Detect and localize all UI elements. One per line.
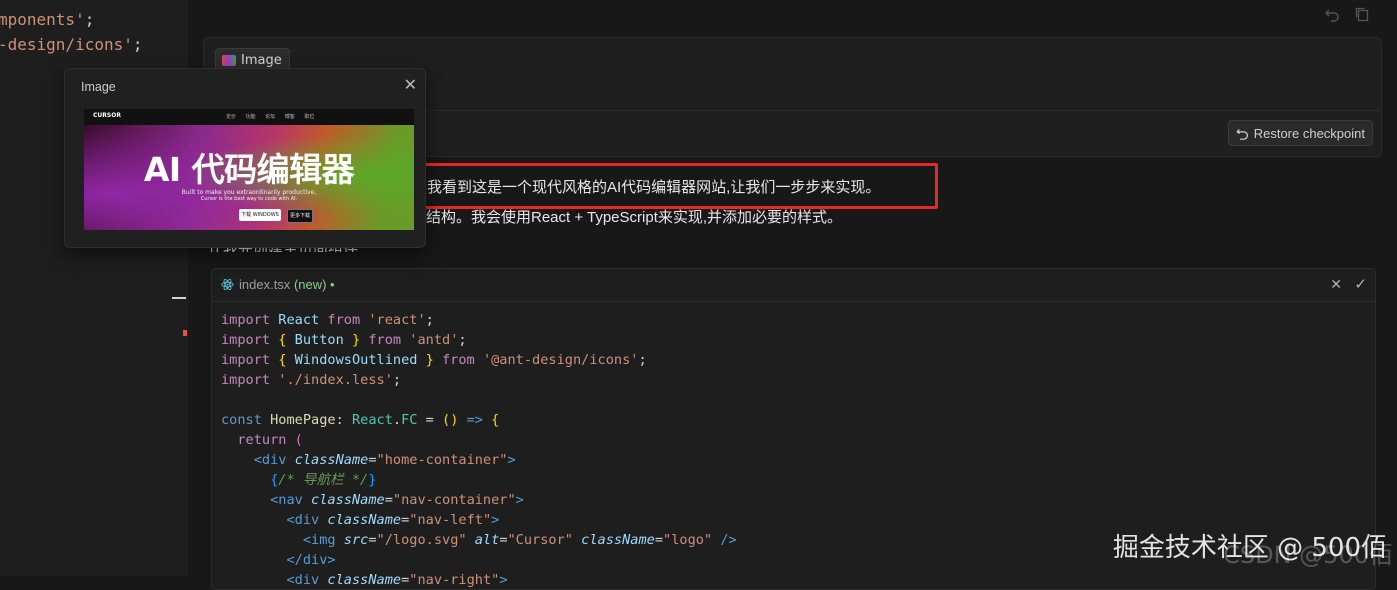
copy-icon[interactable] <box>1354 6 1370 22</box>
file-name: index.tsx (new) • <box>239 277 335 292</box>
preview-more-button: 更多下载 <box>287 209 313 223</box>
file-name-text: index.tsx <box>239 277 291 292</box>
code-content: import React from 'react'; import { Butt… <box>221 310 737 589</box>
code-block-header: index.tsx (new) • ✕ ✓ <box>212 269 1375 302</box>
code-line: import React from 'react'; <box>221 312 434 328</box>
code-line: {/* 导航栏 */} <box>270 472 377 488</box>
popover-title: Image <box>81 80 116 94</box>
code-line: return ( <box>237 432 303 448</box>
code-line: const HomePage: React.FC = () => { <box>221 412 500 428</box>
image-chip-label: Image <box>241 52 282 68</box>
react-file-icon <box>221 278 234 291</box>
reject-close-icon[interactable]: ✕ <box>1330 277 1342 293</box>
editor-line: mponents'; <box>0 10 95 29</box>
image-thumbnail-icon <box>222 54 236 66</box>
code-line: <div className="nav-left"> <box>286 512 500 528</box>
restore-icon <box>1236 128 1248 140</box>
text-cursor <box>172 297 186 299</box>
annotation-highlight-box <box>421 163 938 209</box>
file-status: (new) • <box>293 277 335 292</box>
undo-icon[interactable] <box>1324 6 1340 22</box>
watermark: 掘金技术社区 @ 500佰 <box>1112 533 1387 563</box>
code-line: <nav className="nav-container"> <box>270 492 524 508</box>
restore-checkpoint-button[interactable]: Restore checkpoint <box>1227 120 1373 146</box>
preview-navbar: CURSOR 定价 功能 论坛 博客 职位 <box>84 109 414 125</box>
image-preview-popover: Image ✕ CURSOR 定价 功能 论坛 博客 职位 AI 代码编辑器 B… <box>64 68 426 248</box>
error-marker <box>183 330 187 336</box>
preview-download-button: 下载 WINDOWS <box>239 209 281 221</box>
preview-headline: AI 代码编辑器 <box>143 150 355 189</box>
screenshot-preview-image[interactable]: CURSOR 定价 功能 论坛 博客 职位 AI 代码编辑器 Built to … <box>84 109 414 230</box>
close-icon[interactable]: ✕ <box>404 75 417 94</box>
response-line-2: 结构。我会使用React + TypeScript来实现,并添加必要的样式。 <box>426 209 843 226</box>
accept-check-icon[interactable]: ✓ <box>1354 275 1367 293</box>
code-line: <div className="nav-right"> <box>286 572 508 588</box>
code-line: import { Button } from 'antd'; <box>221 332 467 348</box>
code-line: <img src="/logo.svg" alt="Cursor" classN… <box>302 532 737 548</box>
restore-checkpoint-label: Restore checkpoint <box>1253 125 1365 141</box>
code-line: import './index.less'; <box>221 372 402 388</box>
code-line: import { WindowsOutlined } from '@ant-de… <box>221 352 647 368</box>
preview-nav-links: 定价 功能 论坛 博客 职位 <box>226 114 315 120</box>
code-line: </div> <box>286 552 336 568</box>
preview-logo: CURSOR <box>93 112 121 119</box>
code-line: <div className="home-container"> <box>253 452 516 468</box>
preview-subtitle-2: Cursor is the best way to code with AI. <box>200 196 298 202</box>
preview-subtitle: Built to make you extraordinarily produc… <box>181 189 317 196</box>
editor-line: -design/icons'; <box>0 35 143 54</box>
